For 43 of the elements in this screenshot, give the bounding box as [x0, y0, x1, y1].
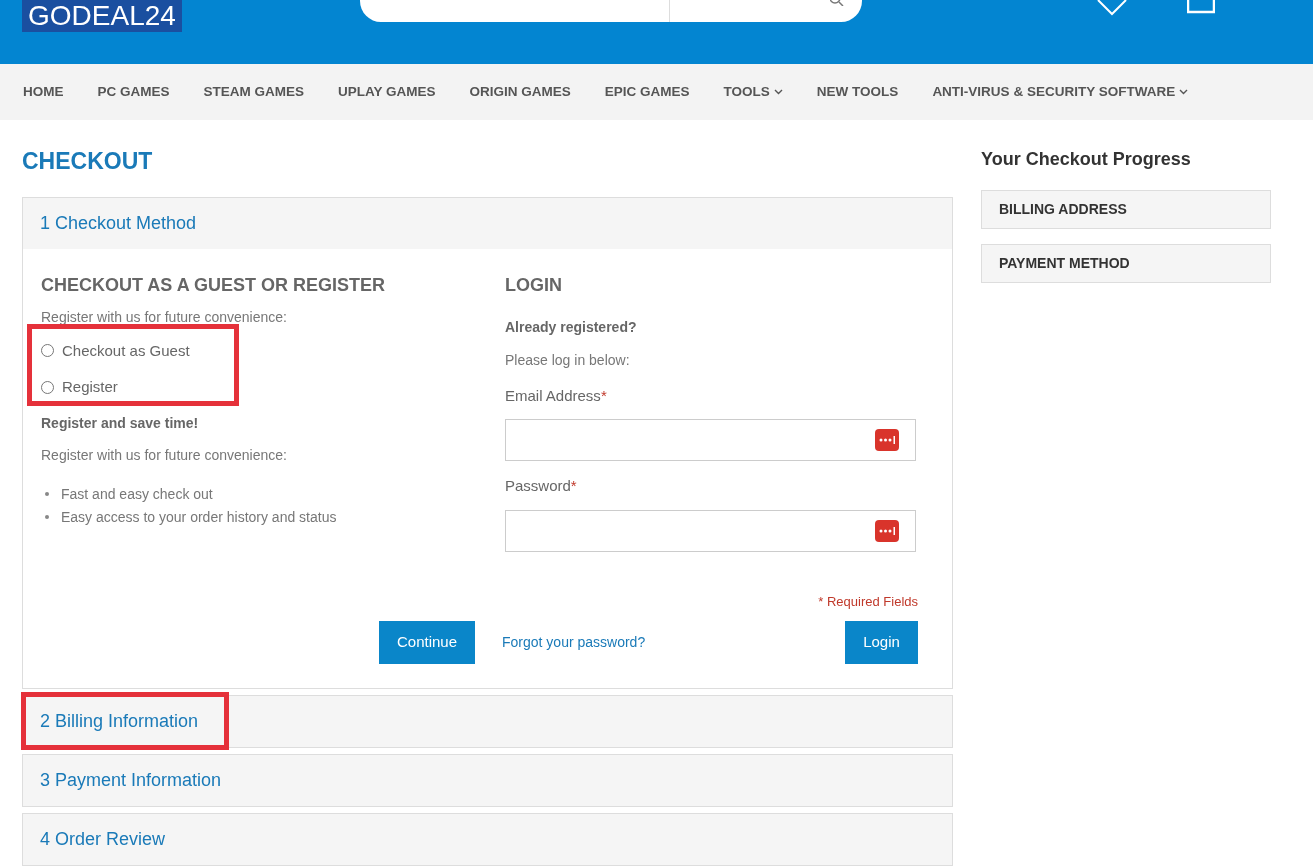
- section-heading: CHECKOUT AS A GUEST OR REGISTER: [41, 273, 387, 297]
- progress-item: PAYMENT METHOD: [981, 244, 1271, 283]
- nav-item[interactable]: NEW TOOLS: [816, 81, 899, 103]
- nav-item[interactable]: EPIC GAMES: [604, 81, 690, 103]
- nav-item[interactable]: ANTI-VIRUS & SECURITY SOFTWARE: [932, 81, 1189, 103]
- nav-item[interactable]: PC GAMES: [97, 81, 170, 103]
- required-note: * Required Fields: [818, 592, 918, 611]
- progress-item: BILLING ADDRESS: [981, 190, 1271, 229]
- sidebar-title: Your Checkout Progress: [981, 148, 1192, 171]
- field-label: Email Address*: [505, 385, 608, 406]
- radio-option[interactable]: Register: [41, 376, 503, 399]
- nav-item[interactable]: ORIGIN GAMES: [469, 81, 571, 103]
- step-header[interactable]: 2 Billing Information: [40, 708, 199, 735]
- field-label: Password*: [505, 476, 578, 496]
- intro-text: Register with us for future convenience:: [41, 307, 288, 327]
- bullet-icon: [45, 515, 49, 519]
- logo[interactable]: GODEAL24: [22, 0, 182, 32]
- password-manager-icon[interactable]: [875, 519, 899, 542]
- chevron-down-icon: [1179, 89, 1189, 95]
- input-field[interactable]: [505, 419, 916, 461]
- body-text: Register with us for future convenience:: [41, 445, 288, 465]
- step-header[interactable]: 4 Order Review: [40, 826, 166, 853]
- benefit-text: Easy access to your order history and status: [61, 507, 337, 527]
- chevron-down-icon: [773, 89, 783, 95]
- input-field[interactable]: [505, 509, 916, 552]
- page-title: CHECKOUT: [22, 147, 154, 176]
- nav-item[interactable]: HOME: [23, 81, 64, 103]
- section-heading: LOGIN: [505, 273, 563, 297]
- body-text: Please log in below:: [505, 350, 631, 370]
- radio-option[interactable]: Checkout as Guest: [41, 339, 503, 362]
- subheading: Already registered?: [505, 317, 638, 337]
- password-manager-icon[interactable]: [875, 429, 899, 451]
- login-button[interactable]: Login: [845, 621, 918, 664]
- continue-button[interactable]: Continue: [379, 621, 475, 664]
- nav-item[interactable]: TOOLS: [723, 81, 783, 103]
- bullet-icon: [45, 492, 49, 496]
- step-header[interactable]: 1 Checkout Method: [40, 209, 197, 237]
- step-header[interactable]: 3 Payment Information: [40, 767, 222, 794]
- nav-item[interactable]: UPLAY GAMES: [338, 81, 436, 103]
- nav-item[interactable]: STEAM GAMES: [203, 81, 305, 103]
- benefit-text: Fast and easy check out: [61, 484, 213, 504]
- subheading: Register and save time!: [41, 413, 200, 433]
- forgot-password-link[interactable]: Forgot your password?: [502, 632, 646, 653]
